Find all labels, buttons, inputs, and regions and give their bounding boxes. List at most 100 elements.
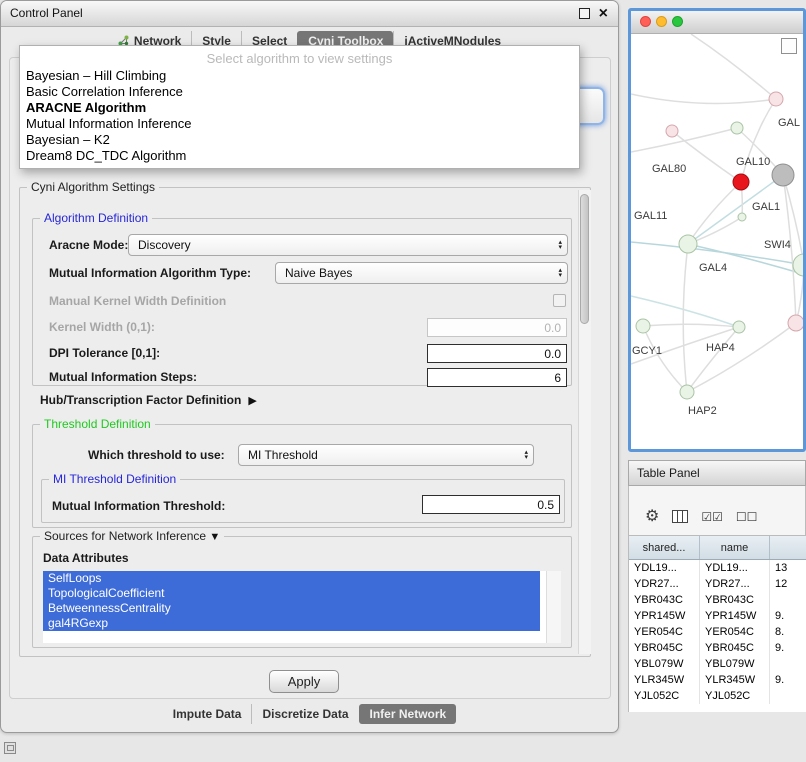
attribute-item-selected[interactable]: SelfLoops [43,571,540,586]
cyni-bottom-tab-bar: Impute Data Discretize Data Infer Networ… [1,701,618,727]
aracne-mode-select[interactable]: Discovery ▴▾ [128,234,568,256]
sources-group: Sources for Network Inference ▼ Data Att… [32,536,572,648]
table-row[interactable]: YDR27... YDR27... 12 [629,576,806,592]
network-node[interactable] [733,321,745,333]
manual-kernel-checkbox[interactable] [553,294,566,307]
float-window-button[interactable] [579,8,590,19]
table-row[interactable]: YBR043C YBR043C [629,592,806,608]
which-threshold-value: MI Threshold [248,448,520,462]
overview-box[interactable] [781,38,797,54]
tab-label: Impute Data [173,707,242,721]
scrollbar-thumb[interactable] [580,194,589,324]
network-canvas[interactable]: GAL GAL80 GAL10 GAL11 GAL1 SWI4 GAL4 GCY… [631,34,803,450]
mi-steps-field[interactable] [427,368,567,387]
network-node[interactable] [769,92,783,106]
aracne-mode-label: Aracne Mode: [49,238,128,252]
algorithm-option[interactable]: Basic Correlation Inference [20,84,579,100]
table-row[interactable]: YJL052C YJL052C [629,688,806,704]
columns-icon[interactable] [672,510,688,523]
panel-grip-icon[interactable] [4,742,16,754]
table-row[interactable]: YPR145W YPR145W 9. [629,608,806,624]
table-row[interactable]: YLR345W YLR345W 9. [629,672,806,688]
window-title: Control Panel [10,1,83,26]
dropdown-placeholder: Select algorithm to view settings [20,49,579,68]
tab-infer-network[interactable]: Infer Network [359,704,457,724]
tab-discretize-data[interactable]: Discretize Data [251,704,358,724]
column-header-name[interactable]: name [700,536,770,559]
threshold-definition-group: Threshold Definition Which threshold to … [32,424,572,528]
tab-label: Infer Network [370,707,447,721]
node-label: SWI4 [764,239,791,251]
algorithm-option[interactable]: Dream8 DC_TDC Algorithm [20,148,579,164]
combo-arrows-icon: ▴▾ [558,268,562,278]
mi-threshold-definition-title: MI Threshold Definition [49,472,180,486]
network-node[interactable] [738,213,746,221]
settings-group-title: Cyni Algorithm Settings [27,180,159,194]
close-window-button[interactable]: × [599,7,608,21]
which-threshold-select[interactable]: MI Threshold ▴▾ [238,444,534,466]
network-node[interactable] [793,254,803,276]
node-label: GAL80 [652,163,686,175]
gear-icon[interactable]: ⚙ [645,509,659,525]
close-traffic-light[interactable] [640,16,651,27]
settings-scrollbar[interactable] [578,190,591,654]
data-attributes-label: Data Attributes [43,551,129,565]
minimize-traffic-light[interactable] [656,16,667,27]
column-header-partial[interactable] [770,536,806,559]
network-node[interactable] [731,122,743,134]
network-node-highlighted[interactable] [733,174,749,190]
table-panel-title: Table Panel [637,461,700,485]
apply-button[interactable]: Apply [269,670,339,693]
table-row[interactable]: YBL079W YBL079W [629,656,806,672]
node-label: GAL [778,117,800,129]
collapse-down-icon[interactable]: ▼ [209,531,220,543]
tab-label: Discretize Data [262,707,348,721]
network-node[interactable] [680,385,694,399]
algorithm-definition-group: Algorithm Definition Aracne Mode: Discov… [32,218,572,386]
node-label: GAL4 [699,262,727,274]
hub-definition-section[interactable]: Hub/Transcription Factor Definition ▶ [40,393,257,407]
zoom-traffic-light[interactable] [672,16,683,27]
sources-group-title[interactable]: Sources for Network Inference ▼ [40,529,224,544]
algorithm-option[interactable]: Mutual Information Inference [20,116,579,132]
select-all-icon[interactable]: ☑☑ [701,510,723,524]
which-threshold-label: Which threshold to use: [88,448,225,462]
control-panel-window: Control Panel × Network Style Select [0,0,619,733]
kernel-width-label: Kernel Width (0,1): [49,320,155,334]
network-node[interactable] [788,315,803,331]
tab-impute-data[interactable]: Impute Data [163,704,252,724]
column-header-shared-name[interactable]: shared... [629,536,700,559]
dpi-tolerance-field[interactable] [427,344,567,363]
table-row[interactable]: YDL19... YDL19... 13 [629,560,806,576]
kernel-width-field[interactable] [427,318,567,337]
mi-threshold-field[interactable] [422,495,560,514]
algorithm-option[interactable]: Bayesian – K2 [20,132,579,148]
attribute-list-scrollbar[interactable] [546,571,561,643]
table-panel-titlebar: Table Panel [628,460,806,486]
attribute-item-selected[interactable]: gal4RGexp [43,616,540,631]
dpi-tolerance-label: DPI Tolerance [0,1]: [49,346,160,360]
attribute-item-selected[interactable]: BetweennessCentrality [43,601,540,616]
aracne-mode-value: Discovery [138,238,554,252]
data-attributes-list[interactable]: SelfLoops TopologicalCoefficient Between… [43,571,561,643]
mi-type-select[interactable]: Naive Bayes ▴▾ [275,262,568,284]
table-row[interactable]: YER054C YER054C 8. [629,624,806,640]
network-node[interactable] [666,125,678,137]
algorithm-option[interactable]: Bayesian – Hill Climbing [20,68,579,84]
control-panel-titlebar: Control Panel × [1,1,618,27]
network-node[interactable] [636,319,650,333]
algorithm-option-selected[interactable]: ARACNE Algorithm [20,100,579,116]
deselect-all-icon[interactable]: ☐☐ [736,510,758,524]
node-label: GAL1 [752,201,780,213]
algorithm-dropdown-popup: Select algorithm to view settings Bayesi… [19,45,580,169]
table-row[interactable]: YBR045C YBR045C 9. [629,640,806,656]
node-label: GCY1 [632,345,662,357]
mi-steps-label: Mutual Information Steps: [49,370,197,384]
expand-right-icon[interactable]: ▶ [248,394,256,407]
manual-kernel-label: Manual Kernel Width Definition [49,294,226,308]
attribute-item-selected[interactable]: TopologicalCoefficient [43,586,540,601]
network-node[interactable] [679,235,697,253]
node-label: GAL11 [634,210,667,222]
mi-type-value: Naive Bayes [285,266,554,280]
network-node[interactable] [772,164,794,186]
